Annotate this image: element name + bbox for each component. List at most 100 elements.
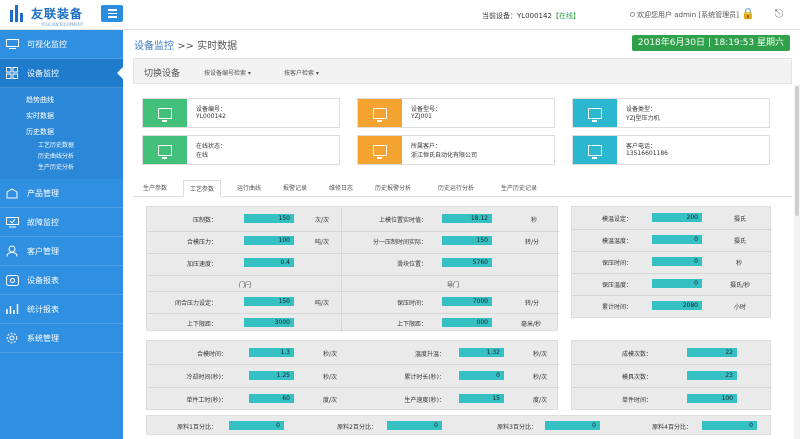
param-unit: 次/次 (315, 217, 330, 224)
param-unit: 吨/次 (315, 300, 330, 307)
tab-alarm-analysis[interactable]: 历史报警分析 (375, 183, 411, 192)
param-value: 1.3 (249, 348, 294, 357)
section-label-left: 门闩 (239, 282, 252, 289)
param-label: 生产速度(秒)： (404, 397, 445, 404)
sidebar-item-visual[interactable]: 可视化监控 (0, 30, 123, 59)
card-key: 客户电话： (626, 143, 657, 150)
param-value: 100 (244, 236, 294, 245)
card-value: YL000142 (196, 113, 226, 120)
sidebar-item-device-monitor[interactable]: 设备监控 (0, 59, 123, 88)
tab-maintenance-log[interactable]: 维修日志 (329, 183, 353, 192)
submenu-history-process[interactable]: 工艺历史数据 (26, 140, 123, 151)
sidebar-item-customer[interactable]: 客户管理 (0, 237, 123, 266)
menu-toggle-button[interactable] (101, 5, 123, 22)
monitor-icon (143, 136, 187, 164)
data-tabs: 生产参数 工艺参数 运行曲线 报警记录 维修日志 历史报警分析 历史运行分析 生… (133, 180, 792, 197)
search-by-id-dropdown[interactable]: 按设备编号检索 ▾ (204, 68, 251, 77)
report-icon (5, 274, 19, 286)
sidebar-item-stats[interactable]: 统计报表 (0, 295, 123, 324)
param-unit: 秒 (531, 217, 538, 224)
param-value: 0 (229, 421, 284, 430)
tab-process[interactable]: 工艺参数 (183, 180, 222, 197)
param-unit: 毫米/秒 (521, 321, 542, 328)
card-value: 在线 (196, 152, 209, 159)
sidebar-item-label: 统计报表 (27, 304, 59, 314)
param-value: 000 (442, 318, 492, 327)
tab-production-history[interactable]: 生产历史记录 (501, 183, 537, 192)
breadcrumb-parent[interactable]: 设备监控 (134, 41, 174, 52)
param-label: 保压温度： (601, 282, 632, 289)
sidebar-item-label: 故障监控 (27, 217, 59, 227)
gear-icon (5, 332, 19, 344)
lock-icon[interactable]: 🔒 (741, 7, 755, 21)
param-value: 0 (545, 421, 600, 430)
param-label: 上下限距： (186, 321, 217, 328)
param-value: 0 (702, 421, 757, 430)
param-label: 加压速度： (186, 261, 217, 268)
param-unit: 摄氏 (734, 238, 747, 245)
param-value: 60 (249, 394, 294, 403)
tab-production[interactable]: 生产参数 (143, 183, 167, 192)
sidebar-item-fault[interactable]: 故障监控 (0, 208, 123, 237)
param-label: 原料2百分比： (337, 424, 377, 431)
sidebar-item-label: 设备监控 (27, 68, 59, 78)
param-value: 2080 (652, 301, 702, 310)
param-label: 模具次数： (621, 374, 652, 381)
current-device-info: 当前设备：YL000142【在线】 (482, 11, 580, 21)
search-by-customer-dropdown[interactable]: 按客户检索 ▾ (284, 68, 319, 77)
param-label: 压制数： (192, 217, 217, 224)
submenu-history[interactable]: 历史数据 (26, 124, 123, 140)
sidebar-item-device-report[interactable]: 设备报表 (0, 266, 123, 295)
param-label: 保压时间： (396, 300, 427, 307)
card-online-status: 在线状态： 在线 (142, 135, 340, 165)
logout-icon[interactable]: ⎋ (772, 7, 786, 21)
param-value: 5760 (442, 258, 492, 267)
sidebar-item-label: 设备报表 (27, 275, 59, 285)
param-unit: 度/次 (323, 397, 338, 404)
card-value: 13516601186 (626, 150, 668, 157)
tab-run-analysis[interactable]: 历史运行分析 (438, 183, 474, 192)
submenu-history-production[interactable]: 生产历史分析 (26, 162, 123, 173)
submenu-trend[interactable]: 趋势曲线 (26, 92, 123, 108)
param-unit: 秒/次 (533, 351, 548, 358)
param-label: 温度升温： (414, 351, 445, 358)
param-value: 0 (387, 421, 442, 430)
stats-icon (5, 303, 19, 315)
param-value: 23 (687, 371, 737, 380)
param-value: 15 (459, 394, 504, 403)
breadcrumb: 设备监控 >> 实时数据 (134, 37, 237, 52)
top-bar: 友联装备 YOULIAN EQUIPMENT 当前设备：YL000142【在线】… (0, 0, 800, 30)
submenu-realtime[interactable]: 实时数据 (26, 108, 123, 124)
param-unit: 转/分 (525, 239, 540, 246)
section-label-right: 导门 (447, 282, 460, 289)
param-value: 18.12 (442, 214, 492, 223)
scrollbar-thumb[interactable] (795, 86, 799, 216)
param-value: 0.4 (244, 258, 294, 267)
user-welcome[interactable]: 欢迎您用户 admin [系统管理员] (630, 10, 739, 20)
param-unit: 吨/次 (315, 239, 330, 246)
param-label: 滑块位置： (396, 261, 427, 268)
card-value: 浙江恒氏自动化有限公司 (411, 152, 478, 159)
param-unit: 秒/次 (533, 374, 548, 381)
param-unit: 摄氏/秒 (730, 282, 751, 289)
param-value: 0 (652, 235, 702, 244)
param-value: 150 (442, 236, 492, 245)
param-value: 1.32 (459, 348, 504, 357)
card-key: 在线状态： (196, 143, 227, 150)
dropdown-label: 按客户检索 (284, 70, 315, 77)
param-value: 200 (652, 213, 702, 222)
tab-run-curve[interactable]: 运行曲线 (237, 183, 261, 192)
sidebar-item-product[interactable]: 产品管理 (0, 179, 123, 208)
param-unit: 小时 (734, 304, 747, 311)
submenu-history-curve[interactable]: 历史曲线分析 (26, 151, 123, 162)
sidebar-item-system[interactable]: 系统管理 (0, 324, 123, 353)
mold-count-panel: 成模次数： 22 模具次数： 23 单件时间： 100 (571, 340, 772, 410)
param-label: 累计时长(秒)： (404, 374, 445, 381)
app-logo[interactable]: 友联装备 YOULIAN EQUIPMENT (10, 5, 83, 27)
card-device-id: 设备编号： YL000142 (142, 98, 340, 128)
param-unit: 转/分 (525, 300, 540, 307)
tab-alarm-record[interactable]: 报警记录 (283, 183, 307, 192)
param-label: 分一压制时间实际： (372, 239, 427, 246)
sidebar-item-label: 可视化监控 (27, 39, 67, 49)
logo-mark-icon (10, 5, 27, 22)
